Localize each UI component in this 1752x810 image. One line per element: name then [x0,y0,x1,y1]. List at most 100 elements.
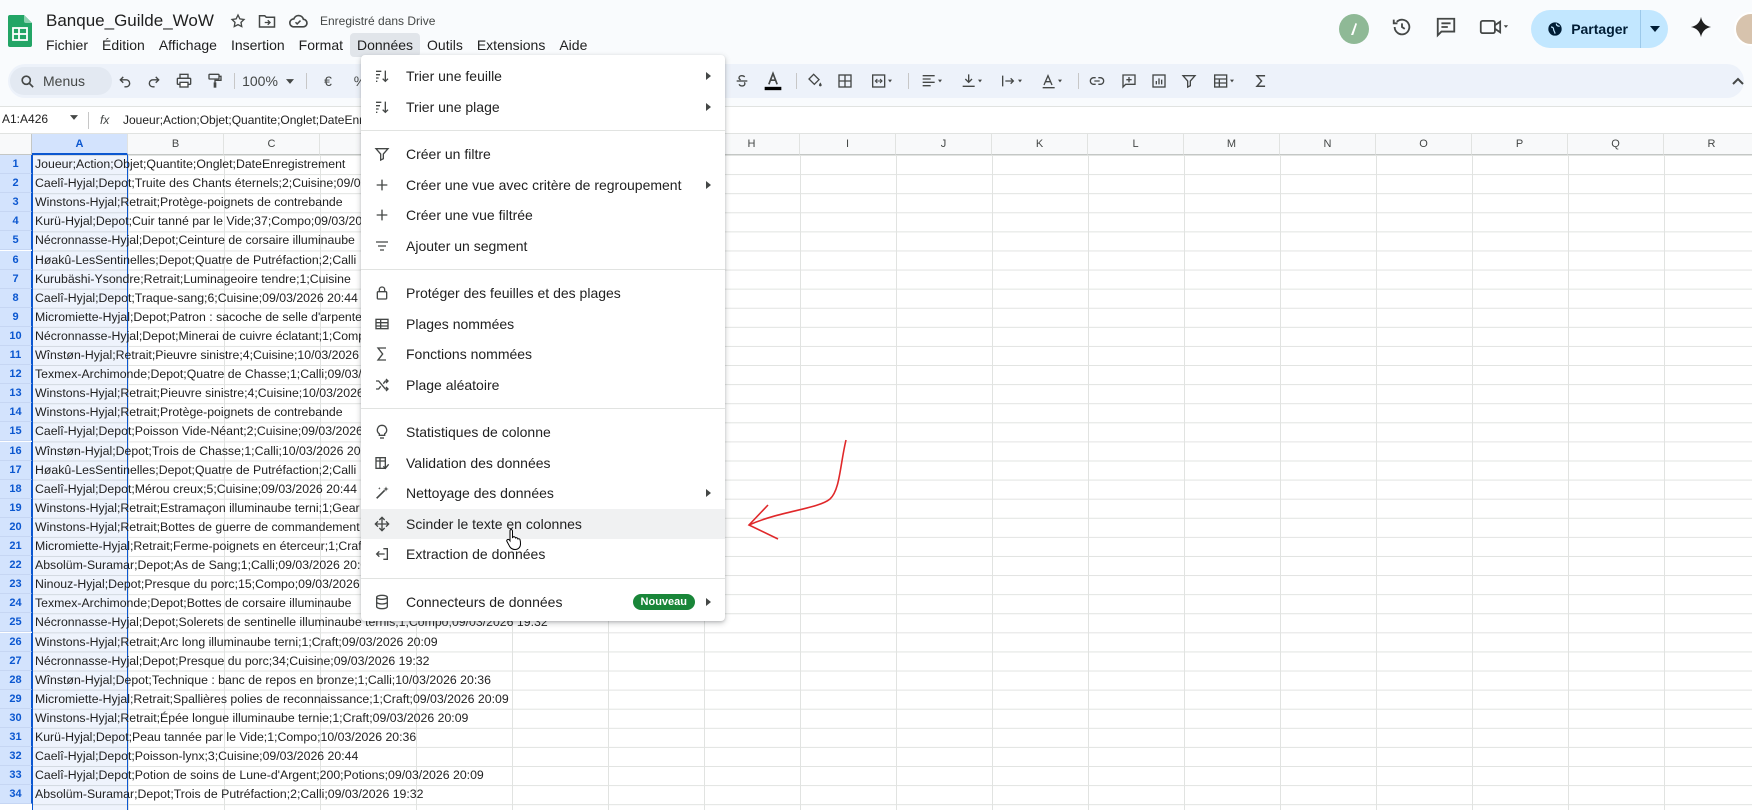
column-header-o[interactable]: O [1376,134,1472,155]
insert-link-icon[interactable] [1086,64,1108,98]
row-header-25[interactable]: 25 [0,613,32,633]
sheets-logo-icon[interactable] [8,15,32,47]
column-header-l[interactable]: L [1088,134,1184,155]
row-header-17[interactable]: 17 [0,460,32,480]
gem-avatar-icon[interactable] [1339,14,1370,44]
text-color-icon[interactable] [761,64,785,98]
cell-a18[interactable]: Caelî-Hyjal;Depot;Mérou creux;5;Cuisine;… [35,480,357,499]
name-box-chevron-down-icon[interactable] [70,115,78,120]
column-header-i[interactable]: I [800,134,896,155]
currency-format-button[interactable]: € [320,64,336,98]
gemini-sparkle-icon[interactable] [1690,16,1712,43]
select-all-corner[interactable] [0,134,32,155]
cell-a30[interactable]: Winstons-Hyjal;Retrait;Épée longue illum… [35,709,468,728]
row-header-7[interactable]: 7 [0,269,32,289]
row-header-29[interactable]: 29 [0,689,32,709]
borders-icon[interactable] [834,64,856,98]
menu-item-ajouter-un-segment[interactable]: Ajouter un segment [361,231,725,262]
row-header-20[interactable]: 20 [0,517,32,537]
row-header-21[interactable]: 21 [0,537,32,556]
menu-aide[interactable]: Aide [552,33,594,57]
meet-video-icon[interactable] [1479,17,1509,42]
menu-item-creer-une-vue-filtree[interactable]: Créer une vue filtrée [361,200,725,231]
cell-a10[interactable]: Nécronnasse-Hyjal;Depot;Minerai de cuivr… [35,327,372,346]
filter-icon[interactable] [1178,64,1200,98]
menu-extensions[interactable]: Extensions [470,33,552,57]
row-header-2[interactable]: 2 [0,174,32,194]
column-header-a[interactable]: A [32,134,128,155]
row-header-13[interactable]: 13 [0,384,32,404]
align-vertical-icon[interactable] [954,64,990,98]
row-header-15[interactable]: 15 [0,422,32,442]
cell-a26[interactable]: Winstons-Hyjal;Retrait;Arc long illumina… [35,633,438,652]
table-view-icon[interactable] [1206,64,1242,98]
column-header-c[interactable]: C [224,134,320,155]
name-box[interactable]: A1:A426 [2,112,48,126]
column-header-b[interactable]: B [128,134,224,155]
user-avatar[interactable] [1734,12,1752,46]
row-header-4[interactable]: 4 [0,212,32,232]
comments-icon[interactable] [1435,16,1457,43]
cell-a7[interactable]: Kurubäshi-Ysondre;Retrait;Luminageoire t… [35,270,351,289]
functions-sigma-icon[interactable] [1250,64,1272,98]
cell-a22[interactable]: Absolüm-Suramar;Depot;As de Sang;1;Calli… [35,556,374,575]
share-button[interactable]: Partager [1531,10,1668,48]
row-header-33[interactable]: 33 [0,766,32,786]
menu-item-connecteurs-de-donnees[interactable]: Connecteurs de données Nouveau [361,587,725,618]
column-header-q[interactable]: Q [1568,134,1664,155]
row-header-8[interactable]: 8 [0,288,32,308]
collapse-toolbar-chevron-up-icon[interactable] [1730,64,1746,98]
spreadsheet-grid[interactable]: ABCDEFGHIJKLMNOPQR1Joueur;Action;Objet;Q… [0,134,1752,810]
column-header-m[interactable]: M [1184,134,1280,155]
zoom-select[interactable]: 100% [240,64,296,98]
row-header-14[interactable]: 14 [0,403,32,423]
cell-a12[interactable]: Texmex-Archimonde;Depot;Quatre de Chasse… [35,365,389,384]
cell-a16[interactable]: Wînstøn-Hyjal;Depot;Trois de Chasse;1;Ca… [35,442,378,461]
row-header-24[interactable]: 24 [0,594,32,614]
row-header-10[interactable]: 10 [0,326,32,346]
cell-a28[interactable]: Wînstøn-Hyjal;Depot;Technique : banc de … [35,671,491,690]
print-icon[interactable] [173,64,195,98]
menu-format[interactable]: Format [292,33,350,57]
menu-edition[interactable]: Édition [95,33,152,57]
cell-a21[interactable]: Micromiette-Hyjal;Retrait;Ferme-poignets… [35,537,365,556]
menu-item-scinder-le-texte-en-colonnes[interactable]: Scinder le texte en colonnes [361,508,725,539]
row-header-6[interactable]: 6 [0,250,32,270]
column-header-r[interactable]: R [1664,134,1752,155]
menu-donnees[interactable]: Données [350,33,421,57]
row-header-19[interactable]: 19 [0,498,32,518]
cell-a27[interactable]: Nécronnasse-Hyjal;Depot;Presque du porc;… [35,652,429,671]
menu-item-plage-aleatoire[interactable]: Plage aléatoire [361,370,725,401]
cell-a20[interactable]: Winstons-Hyjal;Retrait;Bottes de guerre … [35,518,360,537]
cell-a31[interactable]: Kurü-Hyjal;Depot;Peau tannée par le Vide… [35,728,416,747]
row-header-34[interactable]: 34 [0,785,32,805]
menu-item-extraction-de-donnees[interactable]: Extraction de données [361,539,725,570]
menu-outils[interactable]: Outils [420,33,470,57]
cell-a3[interactable]: Winstons-Hyjal;Retrait;Protège-poignets … [35,193,343,212]
cell-a15[interactable]: Caelî-Hyjal;Depot;Poisson Vide-Néant;2;C… [35,422,363,441]
column-header-k[interactable]: K [992,134,1088,155]
undo-icon[interactable] [115,64,135,98]
align-horizontal-icon[interactable] [914,64,950,98]
row-header-3[interactable]: 3 [0,193,32,213]
menu-item-creer-une-vue-avec-critere-de-regroupement[interactable]: Créer une vue avec critère de regroupeme… [361,170,725,201]
menu-item-nettoyage-des-donnees[interactable]: Nettoyage des données [361,478,725,509]
menu-affichage[interactable]: Affichage [152,33,224,57]
column-header-p[interactable]: P [1472,134,1568,155]
row-header-22[interactable]: 22 [0,556,32,576]
menu-item-proteger-des-feuilles-et-des-plages[interactable]: Protéger des feuilles et des plages [361,278,725,309]
cell-a32[interactable]: Caelî-Hyjal;Depot;Poisson-lynx;3;Cuisine… [35,747,358,766]
cell-a34[interactable]: Absolüm-Suramar;Depot;Trois de Putréfact… [35,785,423,804]
cell-a17[interactable]: Høakû-LesSentinelles;Depot;Quatre de Put… [35,461,356,480]
menu-item-plages-nommees[interactable]: Plages nommées [361,309,725,340]
cell-a1[interactable]: Joueur;Action;Objet;Quantite;Onglet;Date… [35,155,345,174]
paint-format-icon[interactable] [204,64,226,98]
star-icon[interactable] [230,13,246,29]
cell-a23[interactable]: Ninouz-Hyjal;Depot;Presque du porc;15;Co… [35,575,360,594]
text-wrap-icon[interactable] [994,64,1030,98]
insert-comment-icon[interactable] [1118,64,1140,98]
column-header-n[interactable]: N [1280,134,1376,155]
menu-item-statistiques-de-colonne[interactable]: Statistiques de colonne [361,417,725,448]
document-title[interactable]: Banque_Guilde_WoW [46,11,214,31]
menu-item-trier-une-plage[interactable]: Trier une plage [361,92,725,123]
